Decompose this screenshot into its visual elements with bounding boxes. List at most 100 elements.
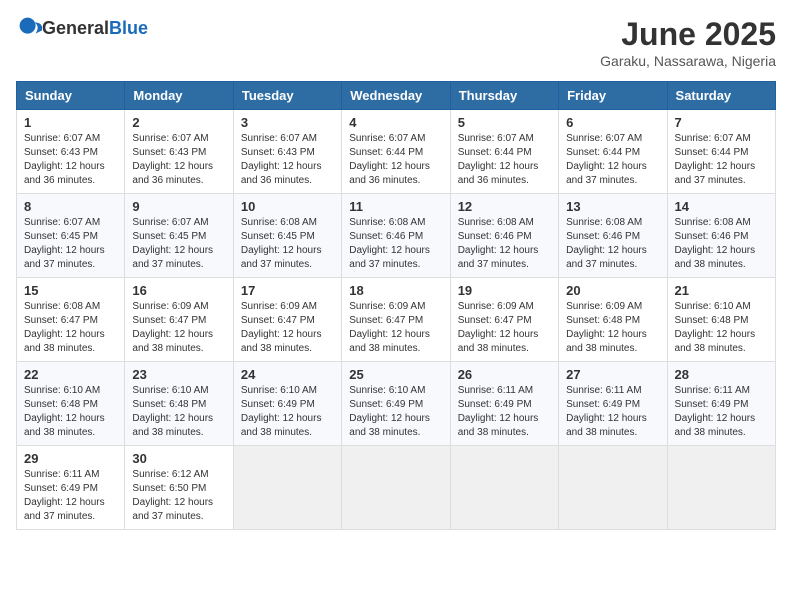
sunset-label: Sunset: 6:43 PM [132,147,206,158]
sunrise-label: Sunrise: 6:10 AM [24,385,100,396]
day-number: 23 [132,367,225,382]
calendar-week-row: 8 Sunrise: 6:07 AM Sunset: 6:45 PM Dayli… [17,194,776,278]
day-info: Sunrise: 6:07 AM Sunset: 6:45 PM Dayligh… [24,216,117,272]
weekday-header: Sunday [17,82,125,110]
calendar-cell: 1 Sunrise: 6:07 AM Sunset: 6:43 PM Dayli… [17,110,125,194]
calendar-cell: 19 Sunrise: 6:09 AM Sunset: 6:47 PM Dayl… [450,278,558,362]
daylight-label: Daylight: 12 hours and 38 minutes. [566,413,647,438]
day-info: Sunrise: 6:07 AM Sunset: 6:45 PM Dayligh… [132,216,225,272]
calendar-cell: 14 Sunrise: 6:08 AM Sunset: 6:46 PM Dayl… [667,194,775,278]
day-info: Sunrise: 6:10 AM Sunset: 6:48 PM Dayligh… [675,300,768,356]
month-title: June 2025 [600,16,776,53]
day-info: Sunrise: 6:12 AM Sunset: 6:50 PM Dayligh… [132,468,225,524]
calendar-cell: 3 Sunrise: 6:07 AM Sunset: 6:43 PM Dayli… [233,110,341,194]
calendar-cell: 6 Sunrise: 6:07 AM Sunset: 6:44 PM Dayli… [559,110,667,194]
day-number: 1 [24,115,117,130]
calendar-cell: 30 Sunrise: 6:12 AM Sunset: 6:50 PM Dayl… [125,446,233,530]
calendar-cell [342,446,450,530]
daylight-label: Daylight: 12 hours and 36 minutes. [349,161,430,186]
sunrise-label: Sunrise: 6:07 AM [24,217,100,228]
calendar-cell: 2 Sunrise: 6:07 AM Sunset: 6:43 PM Dayli… [125,110,233,194]
sunrise-label: Sunrise: 6:07 AM [132,217,208,228]
sunrise-label: Sunrise: 6:09 AM [458,301,534,312]
calendar-cell: 29 Sunrise: 6:11 AM Sunset: 6:49 PM Dayl… [17,446,125,530]
sunset-label: Sunset: 6:45 PM [241,231,315,242]
day-number: 10 [241,199,334,214]
sunset-label: Sunset: 6:46 PM [675,231,749,242]
daylight-label: Daylight: 12 hours and 36 minutes. [132,161,213,186]
day-number: 27 [566,367,659,382]
calendar-cell: 20 Sunrise: 6:09 AM Sunset: 6:48 PM Dayl… [559,278,667,362]
calendar-cell: 13 Sunrise: 6:08 AM Sunset: 6:46 PM Dayl… [559,194,667,278]
day-number: 28 [675,367,768,382]
weekday-header: Wednesday [342,82,450,110]
daylight-label: Daylight: 12 hours and 38 minutes. [24,329,105,354]
day-info: Sunrise: 6:11 AM Sunset: 6:49 PM Dayligh… [458,384,551,440]
sunrise-label: Sunrise: 6:09 AM [132,301,208,312]
sunrise-label: Sunrise: 6:11 AM [24,469,99,480]
daylight-label: Daylight: 12 hours and 38 minutes. [349,329,430,354]
sunset-label: Sunset: 6:48 PM [132,399,206,410]
sunset-label: Sunset: 6:44 PM [458,147,532,158]
day-number: 14 [675,199,768,214]
sunset-label: Sunset: 6:47 PM [349,315,423,326]
day-info: Sunrise: 6:10 AM Sunset: 6:49 PM Dayligh… [241,384,334,440]
day-number: 7 [675,115,768,130]
day-number: 15 [24,283,117,298]
calendar-cell: 5 Sunrise: 6:07 AM Sunset: 6:44 PM Dayli… [450,110,558,194]
day-info: Sunrise: 6:08 AM Sunset: 6:45 PM Dayligh… [241,216,334,272]
calendar-cell: 15 Sunrise: 6:08 AM Sunset: 6:47 PM Dayl… [17,278,125,362]
calendar-cell: 28 Sunrise: 6:11 AM Sunset: 6:49 PM Dayl… [667,362,775,446]
calendar-cell: 18 Sunrise: 6:09 AM Sunset: 6:47 PM Dayl… [342,278,450,362]
sunrise-label: Sunrise: 6:07 AM [241,133,317,144]
daylight-label: Daylight: 12 hours and 38 minutes. [241,329,322,354]
daylight-label: Daylight: 12 hours and 38 minutes. [458,413,539,438]
day-number: 19 [458,283,551,298]
calendar-cell: 21 Sunrise: 6:10 AM Sunset: 6:48 PM Dayl… [667,278,775,362]
calendar-cell: 8 Sunrise: 6:07 AM Sunset: 6:45 PM Dayli… [17,194,125,278]
day-number: 5 [458,115,551,130]
calendar-cell: 26 Sunrise: 6:11 AM Sunset: 6:49 PM Dayl… [450,362,558,446]
calendar-week-row: 22 Sunrise: 6:10 AM Sunset: 6:48 PM Dayl… [17,362,776,446]
day-info: Sunrise: 6:07 AM Sunset: 6:43 PM Dayligh… [132,132,225,188]
logo: GeneralBlue [16,16,148,40]
day-number: 25 [349,367,442,382]
daylight-label: Daylight: 12 hours and 37 minutes. [132,245,213,270]
day-info: Sunrise: 6:07 AM Sunset: 6:43 PM Dayligh… [241,132,334,188]
day-number: 16 [132,283,225,298]
day-number: 6 [566,115,659,130]
day-number: 13 [566,199,659,214]
sunset-label: Sunset: 6:46 PM [349,231,423,242]
weekday-header: Friday [559,82,667,110]
sunrise-label: Sunrise: 6:08 AM [241,217,317,228]
day-number: 29 [24,451,117,466]
day-info: Sunrise: 6:09 AM Sunset: 6:47 PM Dayligh… [349,300,442,356]
sunrise-label: Sunrise: 6:07 AM [675,133,751,144]
sunset-label: Sunset: 6:45 PM [132,231,206,242]
calendar-cell: 17 Sunrise: 6:09 AM Sunset: 6:47 PM Dayl… [233,278,341,362]
sunrise-label: Sunrise: 6:07 AM [566,133,642,144]
sunset-label: Sunset: 6:49 PM [349,399,423,410]
sunrise-label: Sunrise: 6:11 AM [675,385,750,396]
calendar-cell: 24 Sunrise: 6:10 AM Sunset: 6:49 PM Dayl… [233,362,341,446]
daylight-label: Daylight: 12 hours and 38 minutes. [675,245,756,270]
daylight-label: Daylight: 12 hours and 37 minutes. [675,161,756,186]
day-info: Sunrise: 6:08 AM Sunset: 6:46 PM Dayligh… [458,216,551,272]
weekday-header: Saturday [667,82,775,110]
calendar-cell: 27 Sunrise: 6:11 AM Sunset: 6:49 PM Dayl… [559,362,667,446]
daylight-label: Daylight: 12 hours and 38 minutes. [349,413,430,438]
calendar-cell: 23 Sunrise: 6:10 AM Sunset: 6:48 PM Dayl… [125,362,233,446]
sunrise-label: Sunrise: 6:07 AM [132,133,208,144]
sunset-label: Sunset: 6:46 PM [458,231,532,242]
day-info: Sunrise: 6:11 AM Sunset: 6:49 PM Dayligh… [566,384,659,440]
sunrise-label: Sunrise: 6:09 AM [349,301,425,312]
calendar-cell: 7 Sunrise: 6:07 AM Sunset: 6:44 PM Dayli… [667,110,775,194]
daylight-label: Daylight: 12 hours and 38 minutes. [132,329,213,354]
day-number: 24 [241,367,334,382]
sunrise-label: Sunrise: 6:07 AM [458,133,534,144]
day-number: 4 [349,115,442,130]
sunset-label: Sunset: 6:44 PM [349,147,423,158]
day-info: Sunrise: 6:07 AM Sunset: 6:44 PM Dayligh… [458,132,551,188]
day-info: Sunrise: 6:09 AM Sunset: 6:47 PM Dayligh… [241,300,334,356]
sunrise-label: Sunrise: 6:09 AM [241,301,317,312]
